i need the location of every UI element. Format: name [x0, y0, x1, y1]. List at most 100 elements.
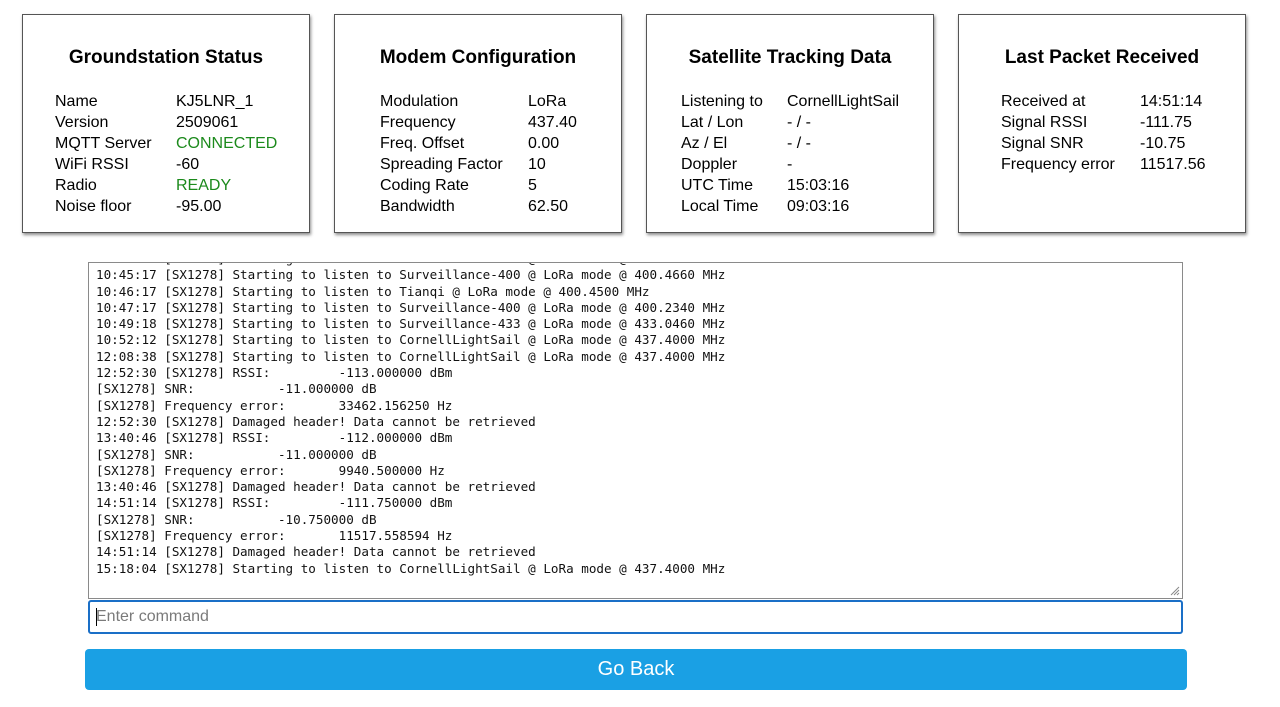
console-line: 10:45:17 [SX1278] Starting to listen to …	[96, 267, 726, 283]
text-caret	[96, 608, 97, 626]
groundstation-status-rows: Name KJ5LNR_1 Version 2509061 MQTT Server CON…	[55, 91, 277, 217]
info-row: Signal RSSI -111.75	[1001, 112, 1206, 133]
info-label: Doppler	[681, 156, 738, 173]
info-value: - / -	[787, 135, 811, 152]
info-row: WiFi RSSI -60	[55, 154, 277, 175]
info-value: 14:51:14	[1140, 93, 1203, 110]
satellite-tracking-card: Satellite Tracking Data Listening to Corn…	[646, 14, 934, 233]
info-row: Name KJ5LNR_1	[55, 91, 277, 112]
resize-grip-icon[interactable]	[1168, 584, 1180, 596]
go-back-button[interactable]: Go Back	[85, 649, 1187, 690]
info-row: Radio READY	[55, 175, 277, 196]
modem-configuration-card: Modem Configuration Modulation LoRa Freque…	[334, 14, 622, 233]
console-line: 10:47:17 [SX1278] Starting to listen to …	[96, 299, 726, 315]
info-row: Spreading Factor 10	[380, 154, 577, 175]
console-line: [SX1278] Frequency error: 9940.500000 Hz	[96, 462, 445, 478]
info-value: 09:03:16	[787, 198, 850, 215]
info-label: Frequency	[380, 114, 456, 131]
info-row: Version 2509061	[55, 112, 277, 133]
console-line: 14:51:14 [SX1278] RSSI: -111.750000 dBm	[96, 495, 453, 511]
info-value: 437.40	[528, 114, 577, 131]
command-input[interactable]	[88, 600, 1183, 634]
console-line: 12:52:30 [SX1278] Damaged header! Data c…	[96, 413, 536, 429]
modem-configuration-rows: Modulation LoRa Frequency 437.40 Freq. Offse…	[380, 91, 577, 217]
info-row: Signal SNR -10.75	[1001, 133, 1206, 154]
console-line: 12:52:30 [SX1278] RSSI: -113.000000 dBm	[96, 365, 453, 381]
info-label: Frequency error	[1001, 156, 1115, 173]
info-value: -111.75	[1140, 114, 1192, 131]
info-label: WiFi RSSI	[55, 156, 129, 173]
info-value: READY	[176, 177, 232, 194]
info-row: Received at 14:51:14	[1001, 91, 1206, 112]
info-label: Listening to	[681, 93, 763, 110]
satellite-tracking-title: Satellite Tracking Data	[688, 47, 892, 68]
groundstation-status-card: Groundstation Status Name KJ5LNR_1 Version…	[22, 14, 310, 233]
groundstation-status-title: Groundstation Status	[68, 47, 264, 68]
info-label: Version	[55, 114, 109, 131]
info-label: Az / El	[681, 135, 728, 152]
info-value: CornellLightSail	[787, 93, 900, 110]
info-row: Doppler -	[681, 154, 899, 175]
console-line: 14:51:14 [SX1278] Damaged header! Data c…	[96, 544, 536, 560]
info-label: Freq. Offset	[380, 135, 465, 152]
info-label: Local Time	[681, 198, 759, 215]
satellite-tracking-rows: Listening to CornellLightSail Lat / Lon - /…	[681, 91, 899, 217]
info-row: Listening to CornellLightSail	[681, 91, 899, 112]
info-label: Bandwidth	[380, 198, 455, 215]
console-line: 10:49:18 [SX1278] Starting to listen to …	[96, 316, 726, 332]
info-value: 10	[528, 156, 546, 173]
info-row: Coding Rate 5	[380, 175, 577, 196]
console-line: [SX1278] SNR: -11.000000 dB	[96, 381, 377, 397]
info-value: -95.00	[176, 198, 222, 215]
info-row: UTC Time 15:03:16	[681, 175, 899, 196]
console-log[interactable]: 10:44:17 [SX1278] Starting to listen to …	[88, 262, 1183, 599]
last-packet-card: Last Packet Received Received at 14:51:14…	[958, 14, 1246, 233]
info-label: Name	[55, 93, 98, 110]
info-row: Local Time 09:03:16	[681, 196, 899, 217]
info-value: 5	[528, 177, 537, 194]
info-row: Modulation LoRa	[380, 91, 577, 112]
info-label: Signal RSSI	[1001, 114, 1088, 131]
info-value: 0.00	[528, 135, 560, 152]
info-value: -	[787, 156, 793, 173]
last-packet-title: Last Packet Received	[1004, 47, 1200, 68]
info-label: Spreading Factor	[380, 156, 503, 173]
info-value: 2509061	[176, 114, 239, 131]
console-line: [SX1278] Frequency error: 11517.558594 H…	[96, 528, 453, 544]
info-label: Lat / Lon	[681, 114, 744, 131]
console-line: [SX1278] Frequency error: 33462.156250 H…	[96, 397, 453, 413]
status-cards: Groundstation Status Name KJ5LNR_1 Version…	[22, 14, 1250, 235]
info-label: Received at	[1001, 93, 1086, 110]
info-label: Radio	[55, 177, 97, 194]
info-label: Signal SNR	[1001, 135, 1084, 152]
modem-configuration-title: Modem Configuration	[379, 47, 577, 68]
info-value: CONNECTED	[176, 135, 278, 152]
info-value: LoRa	[528, 93, 567, 110]
info-row: Frequency 437.40	[380, 112, 577, 133]
info-row: Lat / Lon - / -	[681, 112, 899, 133]
info-value: 62.50	[528, 198, 569, 215]
info-value: -60	[176, 156, 200, 173]
info-label: MQTT Server	[55, 135, 152, 152]
console-line: 10:44:17 [SX1278] Starting to listen to …	[96, 263, 725, 266]
console-line: 13:40:46 [SX1278] RSSI: -112.000000 dBm	[96, 430, 453, 446]
console-line: 12:08:38 [SX1278] Starting to listen to …	[96, 348, 726, 364]
info-label: UTC Time	[681, 177, 753, 194]
info-value: 15:03:16	[787, 177, 850, 194]
console-line: 10:46:17 [SX1278] Starting to listen to …	[96, 283, 650, 299]
info-label: Noise floor	[55, 198, 132, 215]
info-row: Bandwidth 62.50	[380, 196, 577, 217]
info-row: Freq. Offset 0.00	[380, 133, 577, 154]
info-value: KJ5LNR_1	[176, 93, 254, 110]
console-line: [SX1278] SNR: -11.000000 dB	[96, 446, 377, 462]
info-row: Az / El - / -	[681, 133, 899, 154]
last-packet-rows: Received at 14:51:14 Signal RSSI -111.75 Sig…	[1001, 91, 1206, 175]
info-value: - / -	[787, 114, 811, 131]
info-label: Modulation	[380, 93, 459, 110]
info-value: 11517.56	[1140, 156, 1206, 173]
info-label: Coding Rate	[380, 177, 469, 194]
console-log-text: 10:44:17 [SX1278] Starting to listen to …	[96, 263, 726, 577]
info-value: -10.75	[1140, 135, 1186, 152]
info-row: Noise floor -95.00	[55, 196, 277, 217]
console-line: [SX1278] SNR: -10.750000 dB	[96, 511, 377, 527]
